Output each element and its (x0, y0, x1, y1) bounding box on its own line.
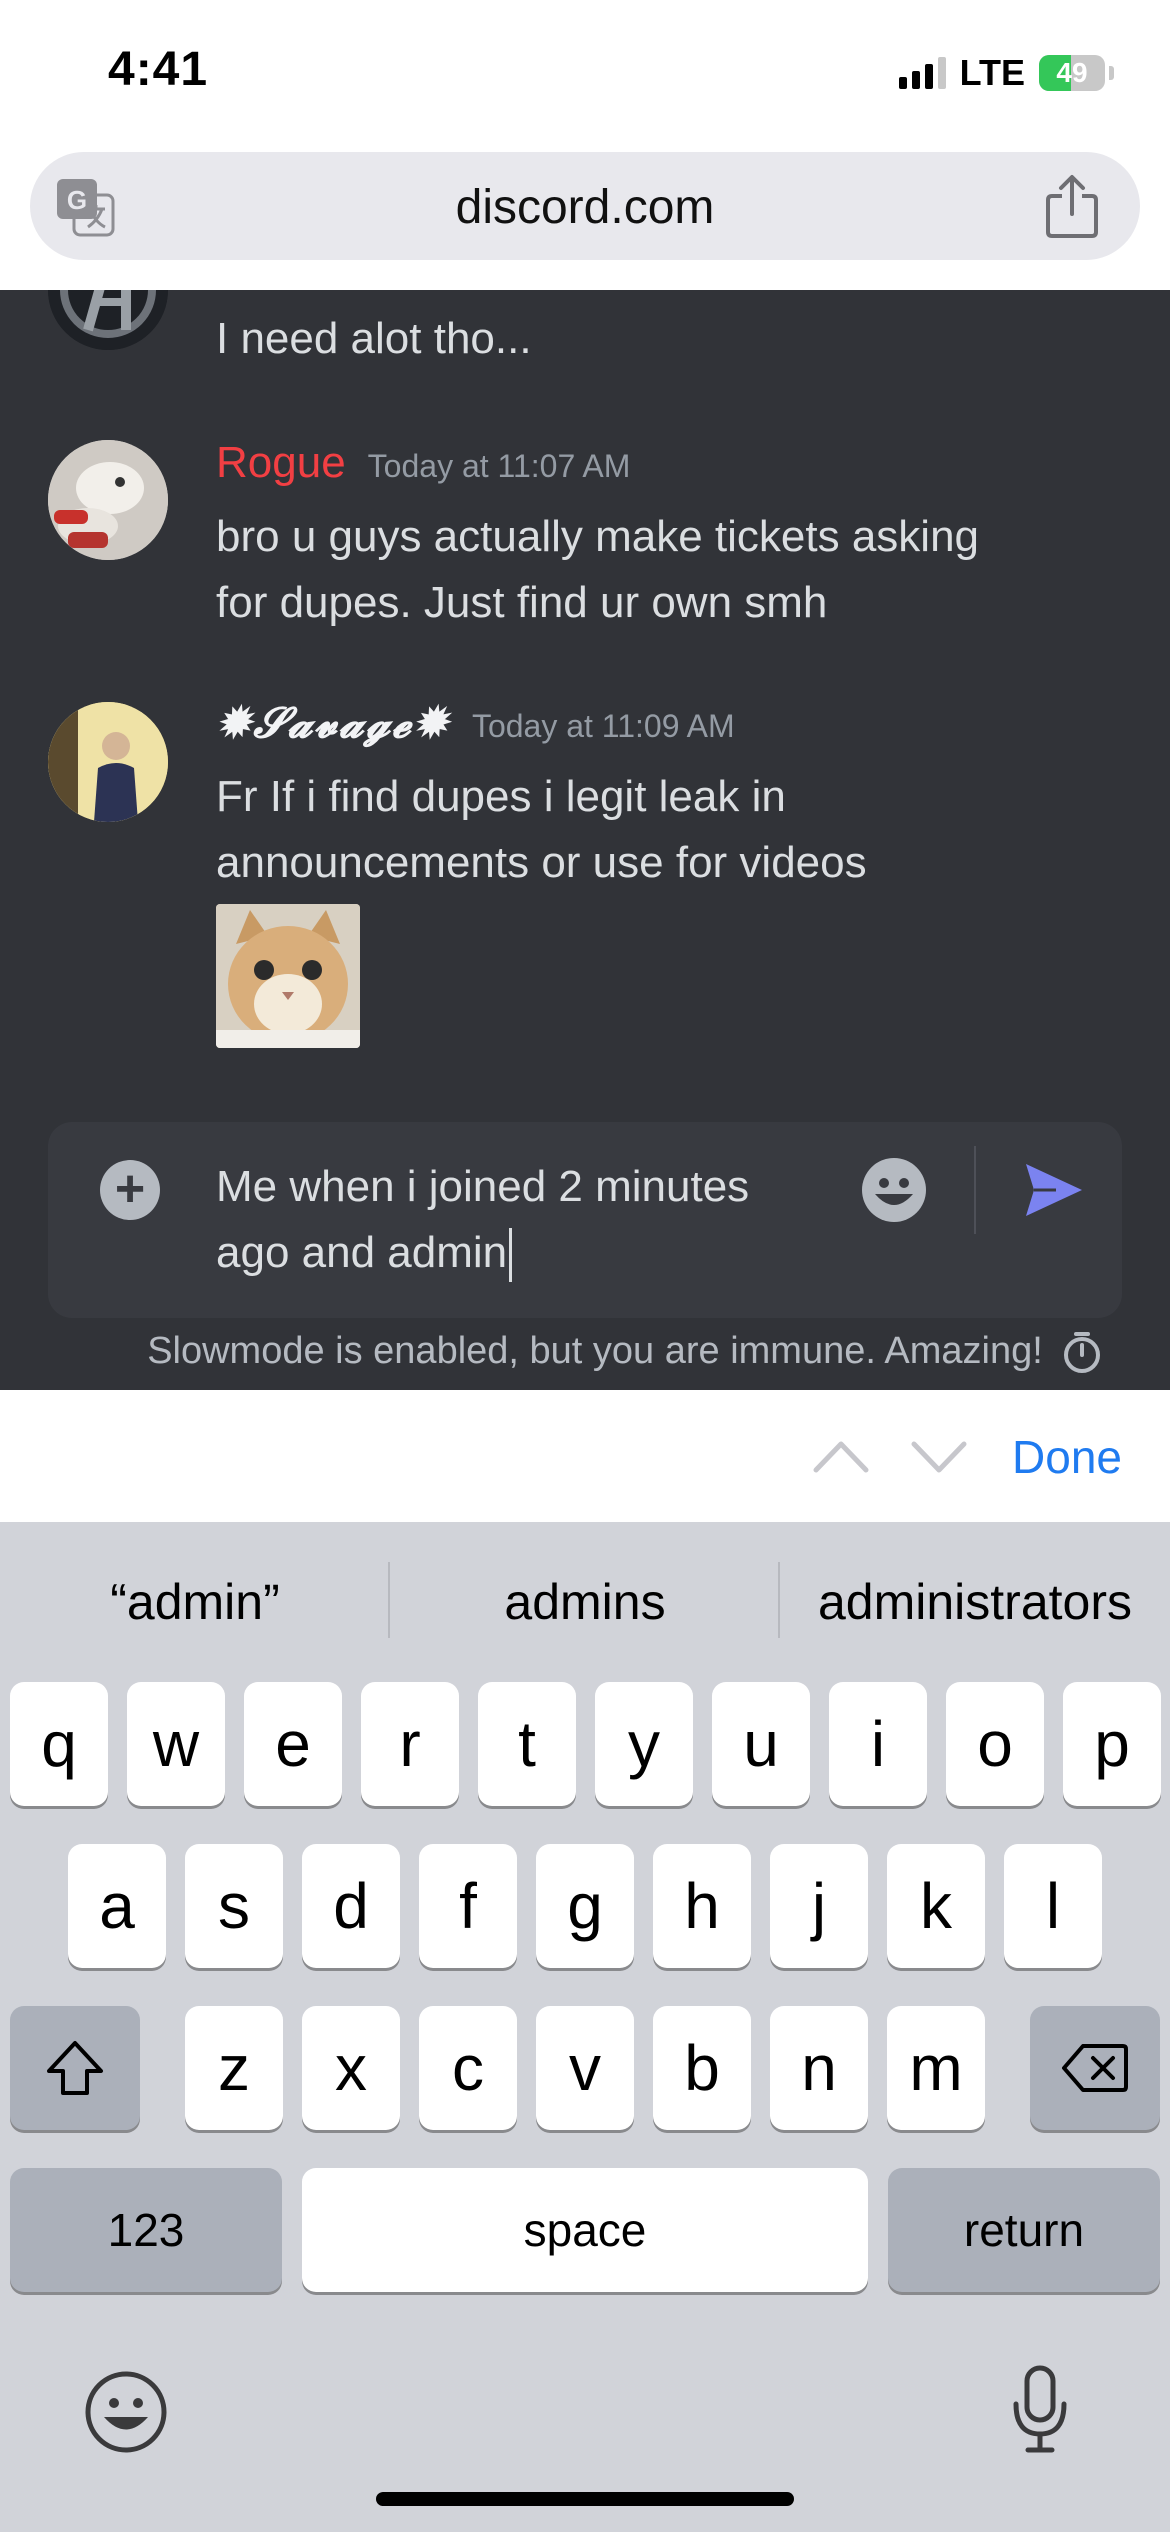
avatar[interactable] (48, 440, 168, 560)
microphone-icon[interactable] (1010, 2364, 1070, 2456)
key-i[interactable]: i (829, 1682, 927, 1806)
message-input[interactable]: Me when i joined 2 minutes ago and admin (216, 1154, 796, 1286)
done-button[interactable]: Done (1012, 1430, 1122, 1484)
divider (778, 1562, 780, 1638)
suggestion-item[interactable]: administrators (780, 1552, 1170, 1652)
key-b[interactable]: b (653, 2006, 751, 2130)
key-n[interactable]: n (770, 2006, 868, 2130)
image-attachment[interactable] (216, 904, 360, 1048)
key-c[interactable]: c (419, 2006, 517, 2130)
emoji-keyboard-icon[interactable] (84, 2370, 168, 2454)
key-p[interactable]: p (1063, 1682, 1161, 1806)
delete-key[interactable] (1030, 2006, 1160, 2130)
home-indicator[interactable] (376, 2492, 794, 2506)
rogue-avatar-icon (48, 440, 168, 560)
text-caret (509, 1228, 513, 1283)
message-input-line: Me when i joined 2 minutes (216, 1162, 750, 1211)
key-u[interactable]: u (712, 1682, 810, 1806)
message-line: for dupes. Just find ur own smh (216, 578, 828, 627)
message-line: announcements or use for videos (216, 838, 867, 887)
key-t[interactable]: t (478, 1682, 576, 1806)
signal-icon (898, 57, 946, 89)
timer-icon (1063, 1331, 1100, 1373)
key-a[interactable]: a (68, 1844, 166, 1968)
cat-image (216, 904, 360, 1048)
message-line: Fr If i find dupes i legit leak in (216, 772, 786, 821)
key-y[interactable]: y (595, 1682, 693, 1806)
key-w[interactable]: w (127, 1682, 225, 1806)
key-x[interactable]: x (302, 2006, 400, 2130)
slowmode-text: Slowmode is enabled, but you are immune.… (147, 1330, 1043, 1372)
avengers-avatar-icon (48, 290, 168, 350)
url-text[interactable]: discord.com (30, 180, 1140, 235)
key-h[interactable]: h (653, 1844, 751, 1968)
status-bar: 4:41 LTE 49 (0, 0, 1170, 150)
space-key[interactable]: space (302, 2168, 868, 2292)
key-s[interactable]: s (185, 1844, 283, 1968)
chevron-up-icon[interactable] (810, 1426, 872, 1488)
key-m[interactable]: m (887, 2006, 985, 2130)
numbers-key[interactable]: 123 (10, 2168, 282, 2292)
key-e[interactable]: e (244, 1682, 342, 1806)
timestamp: Today at 11:07 AM (367, 448, 631, 484)
message-line: bro u guys actually make tickets asking (216, 512, 980, 561)
key-j[interactable]: j (770, 1844, 868, 1968)
chevron-down-icon[interactable] (908, 1426, 970, 1488)
add-attachment-button[interactable]: + (100, 1160, 160, 1220)
shift-icon (47, 2041, 103, 2095)
key-g[interactable]: g (536, 1844, 634, 1968)
status-indicators: LTE 49 (898, 52, 1114, 94)
divider (974, 1146, 976, 1234)
return-key[interactable]: return (888, 2168, 1160, 2292)
keyboard-toolbar: Done (0, 1390, 1170, 1522)
share-icon[interactable] (1044, 174, 1100, 238)
suggestion-bar: “admin” admins administrators (0, 1552, 1170, 1652)
battery-percent: 49 (1056, 57, 1088, 88)
key-k[interactable]: k (887, 1844, 985, 1968)
key-d[interactable]: d (302, 1844, 400, 1968)
avatar[interactable] (48, 290, 168, 350)
key-r[interactable]: r (361, 1682, 459, 1806)
slowmode-notice: Slowmode is enabled, but you are immune.… (0, 1330, 1170, 1373)
chat-area[interactable]: I need alot tho... Rogue Today at 11:07 … (0, 290, 1170, 1390)
key-v[interactable]: v (536, 2006, 634, 2130)
timestamp: Today at 11:09 AM (471, 708, 735, 744)
message-text: I need alot tho... (216, 314, 532, 363)
key-q[interactable]: q (10, 1682, 108, 1806)
key-o[interactable]: o (946, 1682, 1044, 1806)
message: ✹𝓢𝓪𝓿𝓪𝓰𝓮✹ Today at 11:09 AM Fr If i find … (216, 698, 867, 896)
suggestion-item[interactable]: “admin” (0, 1552, 390, 1652)
key-z[interactable]: z (185, 2006, 283, 2130)
message-composer[interactable]: + Me when i joined 2 minutes ago and adm… (48, 1122, 1122, 1318)
avatar[interactable] (48, 702, 168, 822)
savage-avatar-icon (48, 702, 168, 822)
suggestion-item[interactable]: admins (390, 1552, 780, 1652)
emoji-picker-icon[interactable] (860, 1156, 928, 1224)
key-l[interactable]: l (1004, 1844, 1102, 1968)
status-time: 4:41 (108, 43, 209, 96)
username[interactable]: ✹𝓢𝓪𝓿𝓪𝓰𝓮✹ (216, 698, 450, 748)
battery-icon: 49 (1039, 55, 1105, 91)
message-header: ✹𝓢𝓪𝓿𝓪𝓰𝓮✹ Today at 11:09 AM (216, 698, 867, 764)
backspace-icon (1062, 2044, 1128, 2092)
key-f[interactable]: f (419, 1844, 517, 1968)
message-header: Rogue Today at 11:07 AM (216, 438, 979, 504)
address-bar[interactable]: G discord.com (30, 152, 1140, 260)
username[interactable]: Rogue (216, 438, 346, 488)
message-input-line: ago and admin (216, 1228, 508, 1277)
shift-key[interactable] (10, 2006, 140, 2130)
keyboard: “admin” admins administrators q w e r t … (0, 1522, 1170, 2532)
message: Rogue Today at 11:07 AM bro u guys actua… (216, 438, 979, 636)
send-icon[interactable] (1022, 1158, 1086, 1222)
divider (388, 1562, 390, 1638)
network-label: LTE (959, 52, 1025, 93)
